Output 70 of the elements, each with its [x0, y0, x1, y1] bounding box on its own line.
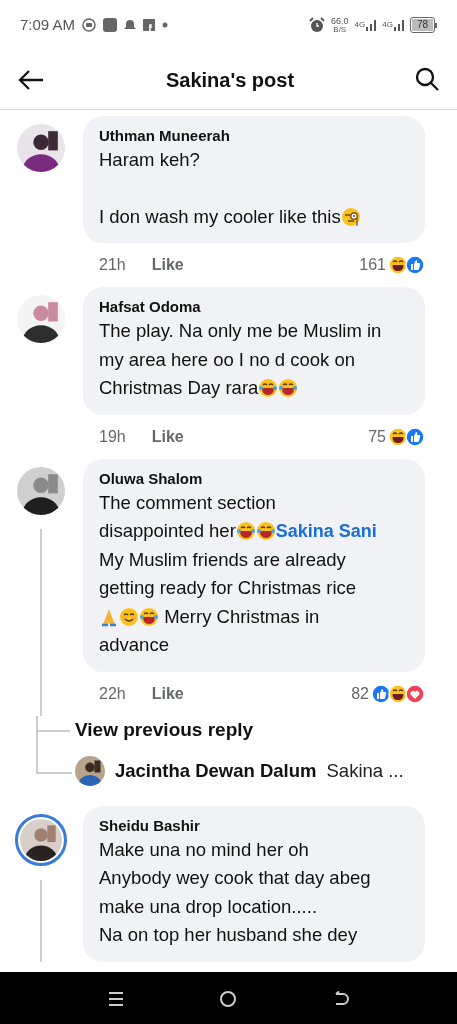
comment-text: Haram keh? — [99, 148, 200, 172]
reaction-count: 161 — [359, 255, 386, 275]
reply-snippet: Sakina ... — [326, 758, 404, 783]
reaction-count: 82 — [351, 683, 369, 704]
avatar[interactable] — [15, 813, 67, 866]
speed-unit: B/S — [333, 25, 347, 34]
comment-time: 22h — [99, 683, 126, 704]
comment-time: 19h — [99, 426, 126, 447]
comment-text: disappointed her — [99, 519, 236, 543]
return-arrow-icon — [333, 990, 350, 1007]
comment-text: getting ready for Christmas rice — [99, 576, 357, 600]
comment-text: Make una no mind her oh — [99, 837, 309, 862]
monocle-emoji-icon — [340, 206, 361, 227]
comment-text: I don wash my cooler like this — [99, 204, 341, 229]
smiling-emoji-icon — [119, 606, 139, 627]
comment-text: The play. Na only me be Muslim in — [99, 319, 382, 343]
network-speed: 66.0 — [331, 16, 349, 26]
laughing-emoji-icon — [278, 378, 299, 399]
like-button[interactable]: Like — [151, 424, 184, 449]
reply-author[interactable]: Jacintha Dewan Dalum — [115, 756, 317, 785]
reaction-count: 75 — [368, 426, 386, 447]
comment-time: 21h — [99, 255, 126, 275]
signal-icon — [393, 19, 404, 31]
comment-author[interactable]: Uthman Muneerah — [99, 126, 409, 146]
like-button[interactable]: Like — [151, 681, 184, 706]
laughing-emoji-icon — [139, 606, 159, 627]
mention-link[interactable]: Sakina Sani — [275, 517, 377, 546]
f-logo-icon — [143, 19, 156, 31]
search-icon — [415, 67, 440, 93]
like-reaction-icon — [405, 255, 425, 275]
comment-author[interactable]: Oluwa Shalom — [99, 468, 409, 489]
haha-reaction-icon — [388, 426, 408, 447]
circle-icon — [82, 18, 97, 32]
battery-level: 78 — [411, 19, 433, 31]
signal-icon — [366, 19, 377, 31]
dot-icon — [162, 22, 169, 28]
like-reaction-icon — [405, 426, 425, 447]
avatar[interactable] — [75, 755, 105, 786]
haha-reaction-icon — [388, 683, 408, 704]
avatar[interactable] — [17, 295, 65, 343]
comment-text: The comment section — [99, 490, 276, 515]
comment-text: Merry Christmas in — [163, 604, 320, 629]
square-icon — [103, 18, 118, 32]
laughing-emoji-icon — [255, 521, 276, 542]
laughing-emoji-icon — [258, 378, 279, 399]
avatar[interactable] — [17, 124, 65, 172]
comment-text: Christmas Day rara — [99, 376, 259, 400]
network-type: 4G — [354, 19, 366, 31]
like-reaction-icon — [371, 683, 391, 704]
network-type: 4G — [382, 19, 393, 31]
comment-text: Anybody wey cook that day abeg — [99, 866, 371, 890]
comment-author[interactable]: Sheidu Bashir — [99, 815, 409, 836]
haha-reaction-icon — [388, 255, 408, 275]
comment-author[interactable]: Hafsat Odoma — [99, 297, 409, 317]
back-arrow-icon — [17, 67, 45, 92]
circle-icon — [219, 989, 238, 1008]
comment-text: make una drop location..... — [99, 894, 318, 919]
avatar[interactable] — [17, 466, 65, 515]
comment-text: My Muslim friends are already — [99, 547, 346, 572]
menu-icon — [107, 990, 124, 1007]
page-title: Sakina's post — [165, 67, 295, 93]
status-time: 7:09 AM — [20, 14, 76, 35]
comment-text: advance — [99, 633, 169, 657]
like-button[interactable]: Like — [151, 253, 184, 277]
comment-text: Na on top her husband she dey — [99, 923, 358, 947]
alarm-icon — [309, 17, 325, 33]
laughing-emoji-icon — [235, 521, 256, 542]
heart-reaction-icon — [405, 683, 425, 704]
view-replies-link[interactable]: View previous reply — [75, 716, 254, 745]
comment-text: my area here oo I no d cook on — [99, 347, 356, 372]
